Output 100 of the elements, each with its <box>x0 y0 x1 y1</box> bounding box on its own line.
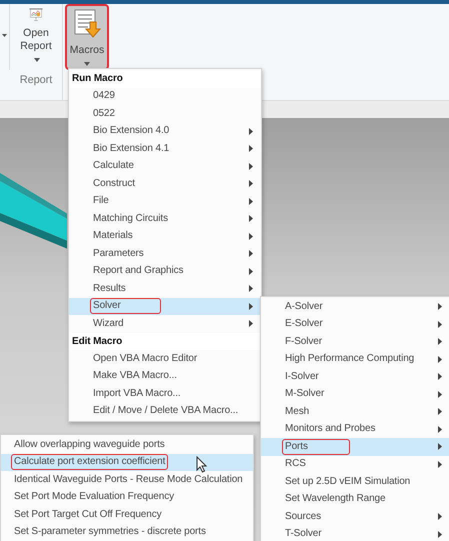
menu-item[interactable]: Sources <box>261 508 449 526</box>
menu-item-label: Set Port Target Cut Off Frequency <box>13 508 163 522</box>
caret-icon <box>84 62 90 66</box>
menu-item-label: Monitors and Probes <box>284 422 376 436</box>
document-arrow-icon <box>72 8 102 38</box>
menu-item-label: 0522 <box>92 106 116 121</box>
menu-item[interactable]: Set Wavelength Range <box>261 490 449 508</box>
submenu-arrow-icon <box>249 232 253 240</box>
menu-item-label: Set S-parameter symmetries - discrete ports <box>13 525 207 540</box>
submenu-arrow-icon <box>249 215 253 222</box>
menu-item[interactable]: Set S-parameter symmetries - discrete ports <box>1 524 253 541</box>
menu-item[interactable]: High Performance Computing <box>261 350 449 368</box>
menu-item-label: Parameters <box>92 246 145 261</box>
menu-section-header: Edit Macro <box>69 332 261 350</box>
submenu-arrow-icon <box>249 198 253 205</box>
submenu-arrow-icon <box>249 128 253 135</box>
menu-item[interactable]: Wizard <box>69 315 261 332</box>
menu-item-label: Bio Extension 4.0 <box>92 124 170 138</box>
submenu-arrow-icon <box>249 268 253 275</box>
menu-item-label: Calculate port extension coefficient <box>11 454 168 470</box>
menu-item[interactable]: T-Solver <box>261 526 449 541</box>
menu-item-label: I-Solver <box>284 370 320 384</box>
menu-item[interactable]: Monitors and Probes <box>261 420 449 438</box>
menu-item[interactable]: 0429 <box>69 88 261 105</box>
menu-item[interactable]: Open VBA Macro Editor <box>69 350 261 368</box>
submenu-arrow-icon <box>249 145 253 152</box>
ribbon-button[interactable]: Macros <box>65 4 109 70</box>
menu-item[interactable]: Make VBA Macro... <box>69 368 261 385</box>
menu-item[interactable]: Set Port Target Cut Off Frequency <box>1 506 253 524</box>
submenu-arrow-icon <box>438 408 442 416</box>
menu-item[interactable]: Bio Extension 4.1 <box>69 140 261 158</box>
menu-item-label: Edit / Move / Delete VBA Macro... <box>92 404 240 418</box>
menu-item-label: Make VBA Macro... <box>92 369 178 384</box>
menu-item-label: Calculate <box>92 159 135 174</box>
menu-item-label: Sources <box>284 510 322 524</box>
caret-icon <box>34 58 40 62</box>
submenu-arrow-icon <box>249 302 253 310</box>
menu-item[interactable]: Set Port Mode Evaluation Frequency <box>1 488 253 506</box>
menu-item[interactable]: Report and Graphics <box>69 262 261 280</box>
menu-item[interactable]: F-Solver <box>261 333 449 350</box>
menu-item[interactable]: Identical Waveguide Ports - Reuse Mode Calculation <box>1 471 253 488</box>
mouse-pointer-icon <box>196 456 207 473</box>
menu-item[interactable]: Solver <box>69 298 261 315</box>
submenu-arrow-icon <box>249 320 253 328</box>
submenu-arrow-icon <box>438 320 442 328</box>
menu-item-label: Set up 2.5D vEIM Simulation <box>284 474 412 489</box>
menu-item-label: High Performance Computing <box>284 352 416 366</box>
menu-item-label: Bio Extension 4.1 <box>92 142 170 156</box>
menu-item[interactable]: Set up 2.5D vEIM Simulation <box>261 473 449 490</box>
menu-item[interactable]: Import VBA Macro... <box>69 385 261 402</box>
menu-item-label: 0429 <box>92 89 116 104</box>
submenu-arrow-icon <box>438 338 442 346</box>
menu-item[interactable]: 0522 <box>69 105 261 122</box>
submenu-arrow-icon <box>249 250 253 258</box>
menu-item-label: Import VBA Macro... <box>92 386 182 401</box>
submenu-arrow-icon <box>438 356 442 363</box>
menu-item-label: Mesh <box>284 404 310 419</box>
menu-item-label: Set Wavelength Range <box>284 492 386 506</box>
submenu-arrow-icon <box>438 303 442 310</box>
submenu-arrow-icon <box>438 460 442 468</box>
menu-item-label: Allow overlapping waveguide ports <box>13 438 166 452</box>
ribbon-button[interactable]: Open Report <box>14 4 58 70</box>
menu-item[interactable]: Calculate port extension coefficient <box>1 454 253 471</box>
menu-item-label: Construct <box>92 176 136 191</box>
menu-item-label: T-Solver <box>284 527 322 541</box>
menu-item[interactable]: Construct <box>69 175 261 192</box>
menu-item[interactable]: File <box>69 192 261 210</box>
menu-item-label: Materials <box>92 229 134 244</box>
submenu-arrow-icon <box>438 530 442 538</box>
menu-item-label: E-Solver <box>284 317 324 332</box>
menu-item[interactable]: Materials <box>69 228 261 245</box>
menu-item-label: Report and Graphics <box>92 264 184 278</box>
menu-item[interactable]: Ports <box>261 438 449 456</box>
menu-item-label: F-Solver <box>284 334 323 349</box>
menu-item[interactable]: M-Solver <box>261 386 449 403</box>
submenu-arrow-icon <box>249 162 253 170</box>
menu-item[interactable]: Allow overlapping waveguide ports <box>1 436 253 454</box>
menu-item[interactable]: I-Solver <box>261 368 449 386</box>
menu-item-label: Identical Waveguide Ports - Reuse Mode Calculation <box>13 472 244 487</box>
dropdown-button[interactable] <box>0 4 10 70</box>
menu-item-label: Matching Circuits <box>92 212 169 226</box>
menu-item[interactable]: RCS <box>261 456 449 473</box>
menu-item-label: Set Port Mode Evaluation Frequency <box>13 490 176 504</box>
menu-item[interactable]: Matching Circuits <box>69 210 261 228</box>
menu-item-label: Wizard <box>92 316 125 331</box>
menu-item[interactable]: Results <box>69 280 261 298</box>
menu-item-label: Open VBA Macro Editor <box>92 352 198 366</box>
menu-item-label: A-Solver <box>284 300 324 314</box>
group-label: Report <box>18 74 54 86</box>
menu-item[interactable]: Mesh <box>261 403 449 420</box>
menu-item-label: Results <box>92 282 127 296</box>
menu-item-label: Solver <box>90 298 161 314</box>
menu-item[interactable]: A-Solver <box>261 298 449 316</box>
menu-item[interactable]: E-Solver <box>261 316 449 333</box>
menu-item[interactable]: Calculate <box>69 158 261 175</box>
submenu-arrow-icon <box>438 513 442 520</box>
menu-item[interactable]: Edit / Move / Delete VBA Macro... <box>69 402 261 420</box>
menu-item[interactable]: Parameters <box>69 245 261 262</box>
menu-item-label: File <box>92 194 110 208</box>
menu-item[interactable]: Bio Extension 4.0 <box>69 122 261 140</box>
